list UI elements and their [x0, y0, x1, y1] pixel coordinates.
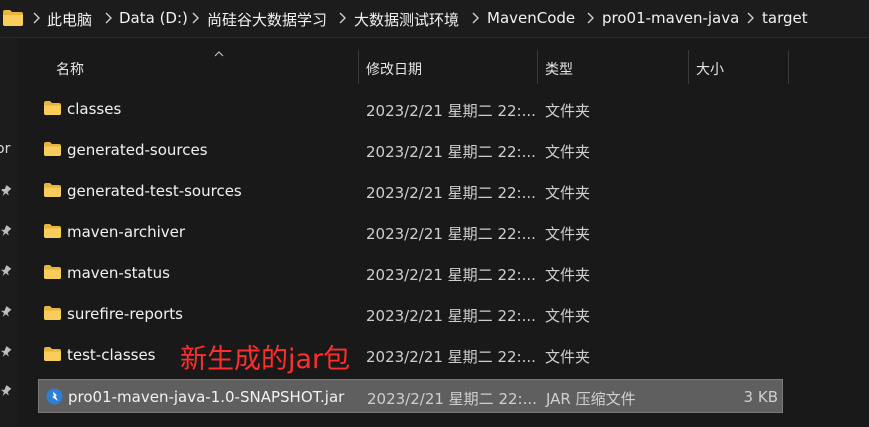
- column-divider[interactable]: [358, 50, 359, 84]
- file-modified: 2023/2/21 星期二 22:...: [366, 348, 536, 366]
- list-item[interactable]: test-classes 2023/2/21 星期二 22:... 文件夹: [38, 338, 783, 372]
- file-modified: 2023/2/21 星期二 22:...: [366, 307, 536, 325]
- breadcrumb-item[interactable]: Data (D:): [119, 9, 188, 27]
- file-name: generated-test-sources: [67, 182, 242, 200]
- chevron-right-icon: [472, 12, 479, 24]
- column-divider[interactable]: [788, 50, 789, 84]
- folder-icon: [3, 10, 23, 26]
- file-type: 文件夹: [545, 266, 591, 284]
- file-type: 文件夹: [545, 225, 591, 243]
- file-name: classes: [67, 100, 122, 118]
- column-size-header[interactable]: 大小: [696, 59, 724, 79]
- column-type-header[interactable]: 类型: [545, 59, 573, 79]
- folder-icon: [44, 224, 61, 238]
- breadcrumb-item[interactable]: MavenCode: [487, 9, 575, 27]
- chevron-right-icon: [105, 12, 112, 24]
- file-name: surefire-reports: [67, 305, 183, 323]
- file-modified: 2023/2/21 星期二 22:...: [366, 225, 536, 243]
- folder-icon: [44, 265, 61, 279]
- jar-file-icon: [46, 388, 63, 405]
- file-modified: 2023/2/21 星期二 22:...: [366, 102, 536, 120]
- list-item[interactable]: classes 2023/2/21 星期二 22:... 文件夹: [38, 92, 783, 126]
- file-modified: 2023/2/21 星期二 22:...: [366, 266, 536, 284]
- file-name: maven-archiver: [67, 223, 186, 241]
- folder-icon: [44, 347, 61, 361]
- chevron-right-icon: [747, 12, 754, 24]
- annotation-label: 新生成的jar包: [180, 344, 351, 375]
- folder-icon: [44, 183, 61, 197]
- list-item-selected[interactable]: pro01-maven-java-1.0-SNAPSHOT.jar 2023/2…: [38, 379, 783, 413]
- breadcrumb-item[interactable]: 大数据测试环境: [354, 9, 459, 30]
- file-type: 文件夹: [545, 184, 591, 202]
- list-item[interactable]: maven-status 2023/2/21 星期二 22:... 文件夹: [38, 256, 783, 290]
- navigation-pane[interactable]: or: [0, 38, 17, 427]
- file-size: 3 KB: [743, 388, 778, 406]
- file-name: pro01-maven-java-1.0-SNAPSHOT.jar: [68, 388, 345, 406]
- folder-icon: [44, 101, 61, 115]
- chevron-right-icon: [587, 12, 594, 24]
- file-modified: 2023/2/21 星期二 22:...: [366, 143, 536, 161]
- file-name: generated-sources: [67, 141, 208, 159]
- file-type: JAR 压缩文件: [546, 390, 636, 408]
- file-name: test-classes: [67, 346, 156, 364]
- column-modified-header[interactable]: 修改日期: [366, 59, 422, 79]
- column-header: 名称 修改日期 类型 大小: [17, 50, 869, 84]
- column-name-header[interactable]: 名称: [56, 59, 84, 79]
- pin-icon: [0, 385, 12, 396]
- file-explorer-window: 此电脑 Data (D:) 尚硅谷大数据学习 大数据测试环境 MavenCode…: [0, 0, 869, 427]
- file-modified: 2023/2/21 星期二 22:...: [367, 390, 537, 408]
- nav-item-partial[interactable]: or: [0, 141, 10, 157]
- breadcrumb-item[interactable]: 尚硅谷大数据学习: [207, 9, 327, 30]
- chevron-right-icon: [33, 12, 40, 24]
- pin-icon: [0, 225, 12, 236]
- column-divider[interactable]: [688, 50, 689, 84]
- pin-icon: [0, 346, 12, 357]
- chevron-right-icon: [339, 12, 346, 24]
- pin-icon: [0, 306, 12, 317]
- pin-icon: [0, 265, 12, 276]
- sort-ascending-icon: [214, 51, 224, 57]
- list-item[interactable]: generated-test-sources 2023/2/21 星期二 22:…: [38, 174, 783, 208]
- file-type: 文件夹: [545, 143, 591, 161]
- column-divider[interactable]: [537, 50, 538, 84]
- file-type: 文件夹: [545, 102, 591, 120]
- list-item[interactable]: generated-sources 2023/2/21 星期二 22:... 文…: [38, 133, 783, 167]
- breadcrumb-item[interactable]: pro01-maven-java: [602, 9, 739, 27]
- folder-icon: [44, 142, 61, 156]
- breadcrumb-item[interactable]: 此电脑: [47, 9, 92, 30]
- chevron-right-icon: [192, 12, 199, 24]
- breadcrumb-item-current[interactable]: target: [762, 9, 808, 27]
- pin-icon: [0, 185, 12, 196]
- address-bar[interactable]: 此电脑 Data (D:) 尚硅谷大数据学习 大数据测试环境 MavenCode…: [0, 0, 869, 38]
- file-modified: 2023/2/21 星期二 22:...: [366, 184, 536, 202]
- list-item[interactable]: maven-archiver 2023/2/21 星期二 22:... 文件夹: [38, 215, 783, 249]
- file-type: 文件夹: [545, 307, 591, 325]
- file-name: maven-status: [67, 264, 170, 282]
- list-item[interactable]: surefire-reports 2023/2/21 星期二 22:... 文件…: [38, 297, 783, 331]
- folder-icon: [44, 306, 61, 320]
- file-type: 文件夹: [545, 348, 591, 366]
